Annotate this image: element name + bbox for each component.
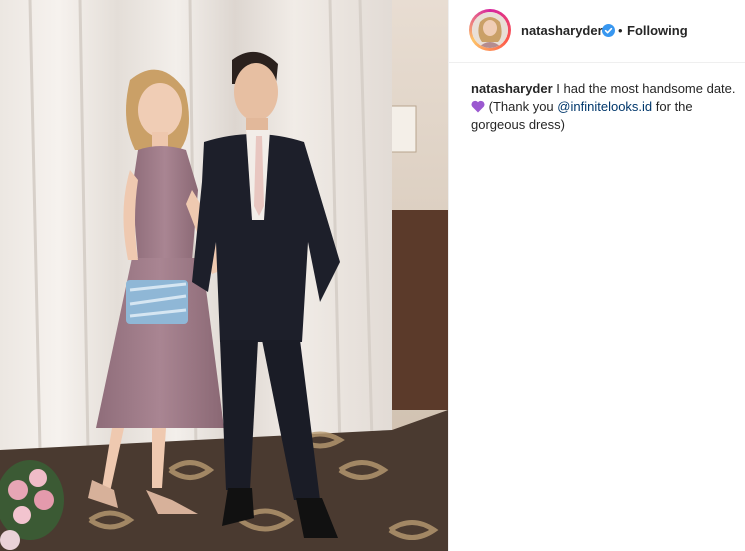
story-ring[interactable]	[469, 9, 511, 51]
caption-mention-link[interactable]: @infinitelooks.id	[557, 99, 652, 114]
caption-text-2: (Thank you	[488, 99, 554, 114]
avatar-image	[472, 12, 508, 48]
post-sidebar: natasharyder • Following natasharyder I …	[449, 0, 745, 551]
caption-username[interactable]: natasharyder	[471, 81, 553, 96]
avatar[interactable]	[472, 12, 508, 48]
caption-text-1: I had the most handsome date.	[556, 81, 736, 96]
post-username[interactable]: natasharyder	[521, 23, 603, 39]
purple-heart-icon	[471, 100, 485, 113]
post-caption: natasharyder I had the most handsome dat…	[471, 80, 743, 134]
post-header: natasharyder • Following	[449, 0, 745, 63]
following-button[interactable]: Following	[627, 23, 688, 39]
header-separator: •	[618, 23, 623, 38]
post-photo[interactable]	[0, 0, 448, 551]
photo-image	[0, 0, 448, 551]
verified-badge-icon	[602, 24, 615, 37]
